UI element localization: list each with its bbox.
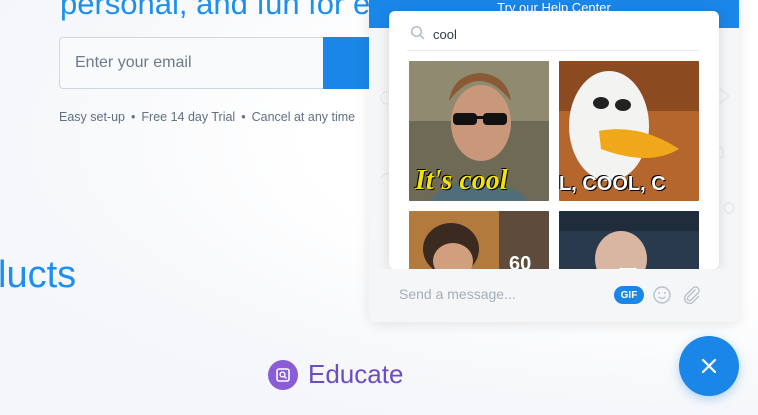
- feature-trial: Free 14 day Trial: [141, 110, 236, 124]
- close-icon: [701, 358, 717, 374]
- gif-caption: L, COOL, C: [559, 173, 666, 195]
- message-input[interactable]: [399, 283, 599, 305]
- gif-search-input[interactable]: [433, 22, 693, 46]
- educate-label: Educate: [308, 359, 404, 389]
- chat-launcher-button[interactable]: [679, 336, 739, 396]
- gif-result[interactable]: L, COOL, C: [559, 61, 699, 201]
- gif-result[interactable]: It's cool: [409, 61, 549, 201]
- search-icon: [410, 25, 425, 40]
- attach-button[interactable]: [681, 284, 701, 306]
- educate-link[interactable]: Educate: [268, 359, 403, 390]
- paperclip-icon: [683, 286, 700, 305]
- feature-cancel: Cancel at any time: [251, 110, 356, 124]
- educate-icon: [268, 359, 298, 390]
- products-heading: lucts: [0, 254, 77, 296]
- gif-result[interactable]: 60: [409, 211, 549, 269]
- email-signup-form: [59, 37, 383, 89]
- gif-caption: It's cool: [415, 165, 508, 196]
- emoji-button[interactable]: [652, 285, 672, 305]
- feature-separator: •: [241, 110, 246, 124]
- hero-headline: personal, and fun for ev: [60, 0, 386, 21]
- gif-search-bar: [407, 19, 699, 51]
- feature-separator: •: [131, 110, 136, 124]
- gif-result[interactable]: [559, 211, 699, 269]
- gif-button[interactable]: GIF: [614, 286, 644, 304]
- signup-features: Easy set-up • Free 14 day Trial • Cancel at …: [59, 110, 355, 124]
- message-composer: GIF: [369, 269, 739, 322]
- feature-setup: Easy set-up: [59, 110, 126, 124]
- smiley-icon: [653, 286, 671, 304]
- email-input[interactable]: [59, 37, 325, 89]
- gif-bald-man-icon: [559, 211, 699, 269]
- gif-picker: It's cool L, COOL, C 60: [389, 11, 719, 269]
- gif-caption: 60: [509, 253, 532, 269]
